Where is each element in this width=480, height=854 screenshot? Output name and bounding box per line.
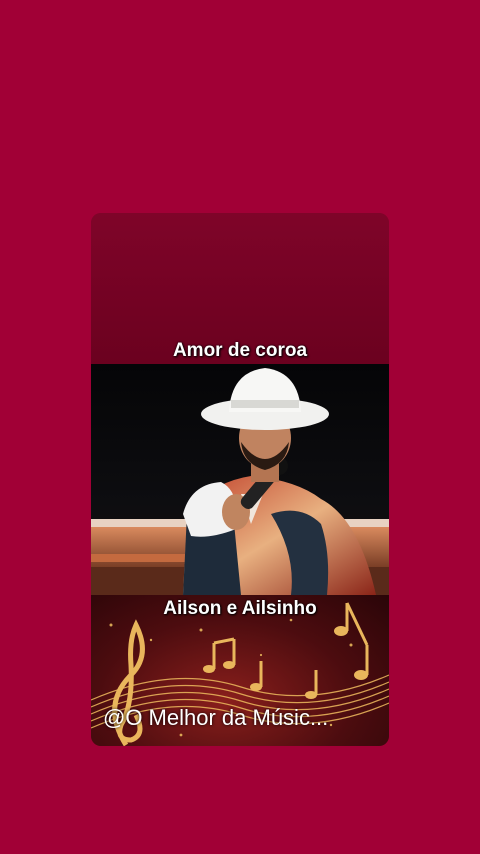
- artist-name: Ailson e Ailsinho: [163, 598, 317, 619]
- title-panel: Amor de coroa: [91, 213, 389, 364]
- music-panel: Ailson e Ailsinho @O Melhor da Músic...: [91, 595, 389, 746]
- singer-photo: [91, 364, 389, 595]
- story-card[interactable]: Amor de coroa Ailson e Ailsinho @O Melho…: [91, 213, 389, 746]
- channel-watermark: @O Melhor da Músic...: [103, 705, 329, 730]
- song-title: Amor de coroa: [172, 340, 308, 361]
